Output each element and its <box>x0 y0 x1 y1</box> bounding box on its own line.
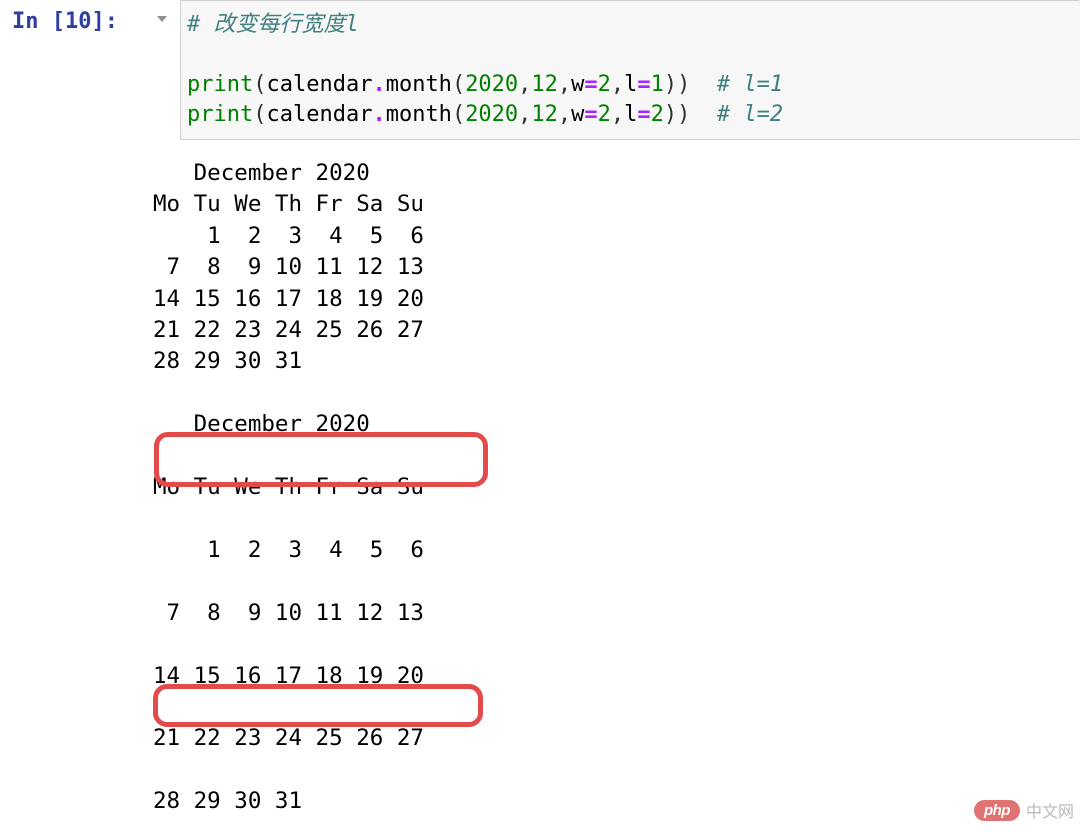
watermark-text: 中文网 <box>1026 798 1074 822</box>
tok-print: print <box>187 102 253 127</box>
php-logo-icon: php <box>974 800 1020 821</box>
in-prompt: In [10]: <box>12 9 148 34</box>
code-input[interactable]: # 改变每行宽度l print(calendar.month(2020,12,w… <box>180 0 1080 140</box>
chevron-down-icon <box>156 14 168 24</box>
cell-collapse-toggle[interactable] <box>148 0 176 27</box>
notebook-cell: In [10]: # 改变每行宽度l print(calendar.month(… <box>0 0 1080 140</box>
watermark: php 中文网 <box>974 798 1074 822</box>
tok-print: print <box>187 72 253 97</box>
code-comment: # 改变每行宽度l <box>187 12 359 37</box>
annotation-box-2 <box>153 684 483 727</box>
annotation-box-1 <box>154 432 488 487</box>
prompt-area: In [10]: <box>0 0 148 43</box>
